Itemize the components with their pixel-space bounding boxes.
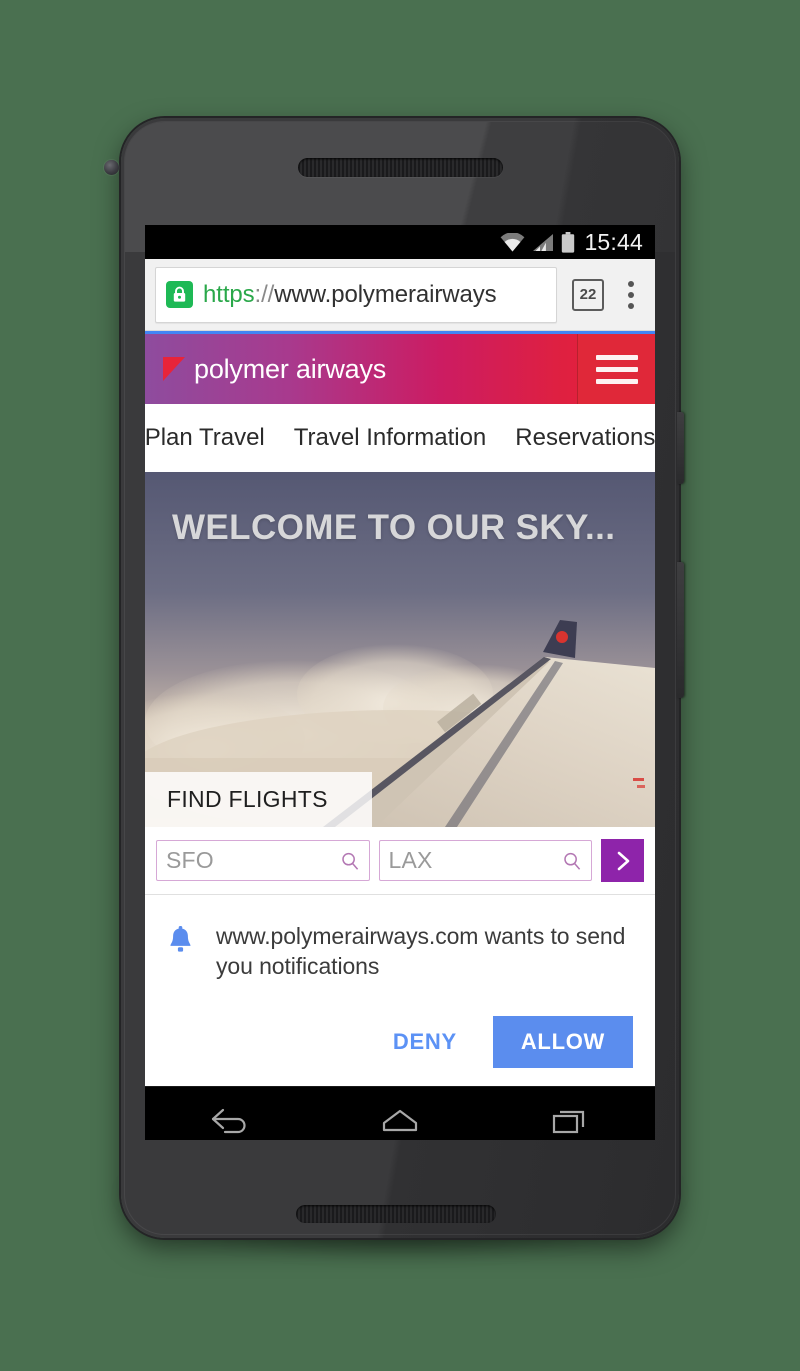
- wifi-icon: [501, 232, 525, 251]
- home-icon: [382, 1110, 418, 1132]
- earpiece-speaker: [298, 158, 503, 177]
- front-camera: [104, 160, 119, 175]
- phone-screen: 15:44 https://www.polymerairways 22 poly…: [145, 225, 655, 1140]
- permission-message: www.polymerairways.com wants to send you…: [216, 923, 626, 980]
- hamburger-line: [595, 354, 638, 360]
- nav-item-plan-travel[interactable]: Plan Travel: [145, 424, 265, 452]
- allow-button[interactable]: ALLOW: [492, 1015, 633, 1068]
- origin-field[interactable]: SFO: [156, 840, 370, 881]
- volume-button[interactable]: [677, 562, 684, 698]
- nav-item-travel-information[interactable]: Travel Information: [294, 424, 487, 452]
- permission-actions: DENY ALLOW: [167, 1015, 633, 1068]
- back-button[interactable]: [182, 1093, 278, 1140]
- site-header: polymer airways: [145, 334, 655, 404]
- web-page: polymer airways Plan Travel Travel Infor…: [145, 334, 655, 1086]
- menu-dot: [628, 302, 634, 309]
- back-arrow-icon: [211, 1109, 246, 1134]
- menu-dot: [628, 280, 634, 287]
- url-scheme: https: [203, 280, 255, 308]
- browser-toolbar: https://www.polymerairways 22: [145, 259, 655, 331]
- hamburger-menu-icon[interactable]: [577, 334, 655, 404]
- hero-title: WELCOME TO OUR SKY...: [172, 508, 616, 547]
- android-status-bar: 15:44: [145, 225, 655, 259]
- overflow-menu-button[interactable]: [617, 275, 645, 315]
- deny-button[interactable]: DENY: [379, 1019, 471, 1065]
- signal-icon: [533, 233, 554, 251]
- flight-search-row: SFO LAX: [145, 827, 655, 895]
- hamburger-line: [595, 366, 638, 372]
- logo-icon: [163, 357, 185, 381]
- hamburger-line: [595, 378, 638, 384]
- brand-name: polymer airways: [194, 353, 387, 384]
- home-button[interactable]: [352, 1093, 448, 1140]
- bell-icon: [167, 921, 194, 961]
- battery-icon: [562, 231, 575, 253]
- tab-counter-button[interactable]: 22: [572, 278, 604, 311]
- power-button[interactable]: [677, 412, 684, 484]
- destination-field[interactable]: LAX: [378, 840, 592, 881]
- site-nav: Plan Travel Travel Information Reservati…: [145, 404, 655, 472]
- nav-item-reservations[interactable]: Reservations: [515, 424, 655, 452]
- url-bar[interactable]: https://www.polymerairways: [155, 266, 557, 323]
- origin-input[interactable]: SFO: [166, 847, 340, 874]
- permission-message-row: www.polymerairways.com wants to send you…: [167, 921, 633, 982]
- lock-icon[interactable]: [166, 281, 193, 308]
- url-separator: ://: [254, 280, 275, 308]
- notification-permission-dialog: www.polymerairways.com wants to send you…: [145, 895, 655, 1086]
- search-icon: [341, 852, 358, 870]
- chevron-right-icon: [617, 851, 629, 870]
- url-text: https://www.polymerairways: [203, 281, 497, 309]
- recents-icon: [552, 1111, 585, 1134]
- find-flights-tab[interactable]: FIND FLIGHTS: [145, 772, 372, 827]
- bottom-speaker: [296, 1205, 496, 1223]
- android-nav-bar: [145, 1085, 655, 1140]
- destination-input[interactable]: LAX: [389, 847, 563, 874]
- search-submit-button[interactable]: [601, 839, 644, 882]
- site-brand[interactable]: polymer airways: [145, 354, 386, 385]
- recents-button[interactable]: [522, 1093, 618, 1140]
- menu-dot: [628, 291, 634, 298]
- url-host: www.polymerairways: [274, 280, 497, 308]
- search-icon: [564, 852, 581, 870]
- hero-section: WELCOME TO OUR SKY... FIND FLIGHTS: [145, 472, 655, 827]
- status-bar-clock: 15:44: [584, 228, 643, 255]
